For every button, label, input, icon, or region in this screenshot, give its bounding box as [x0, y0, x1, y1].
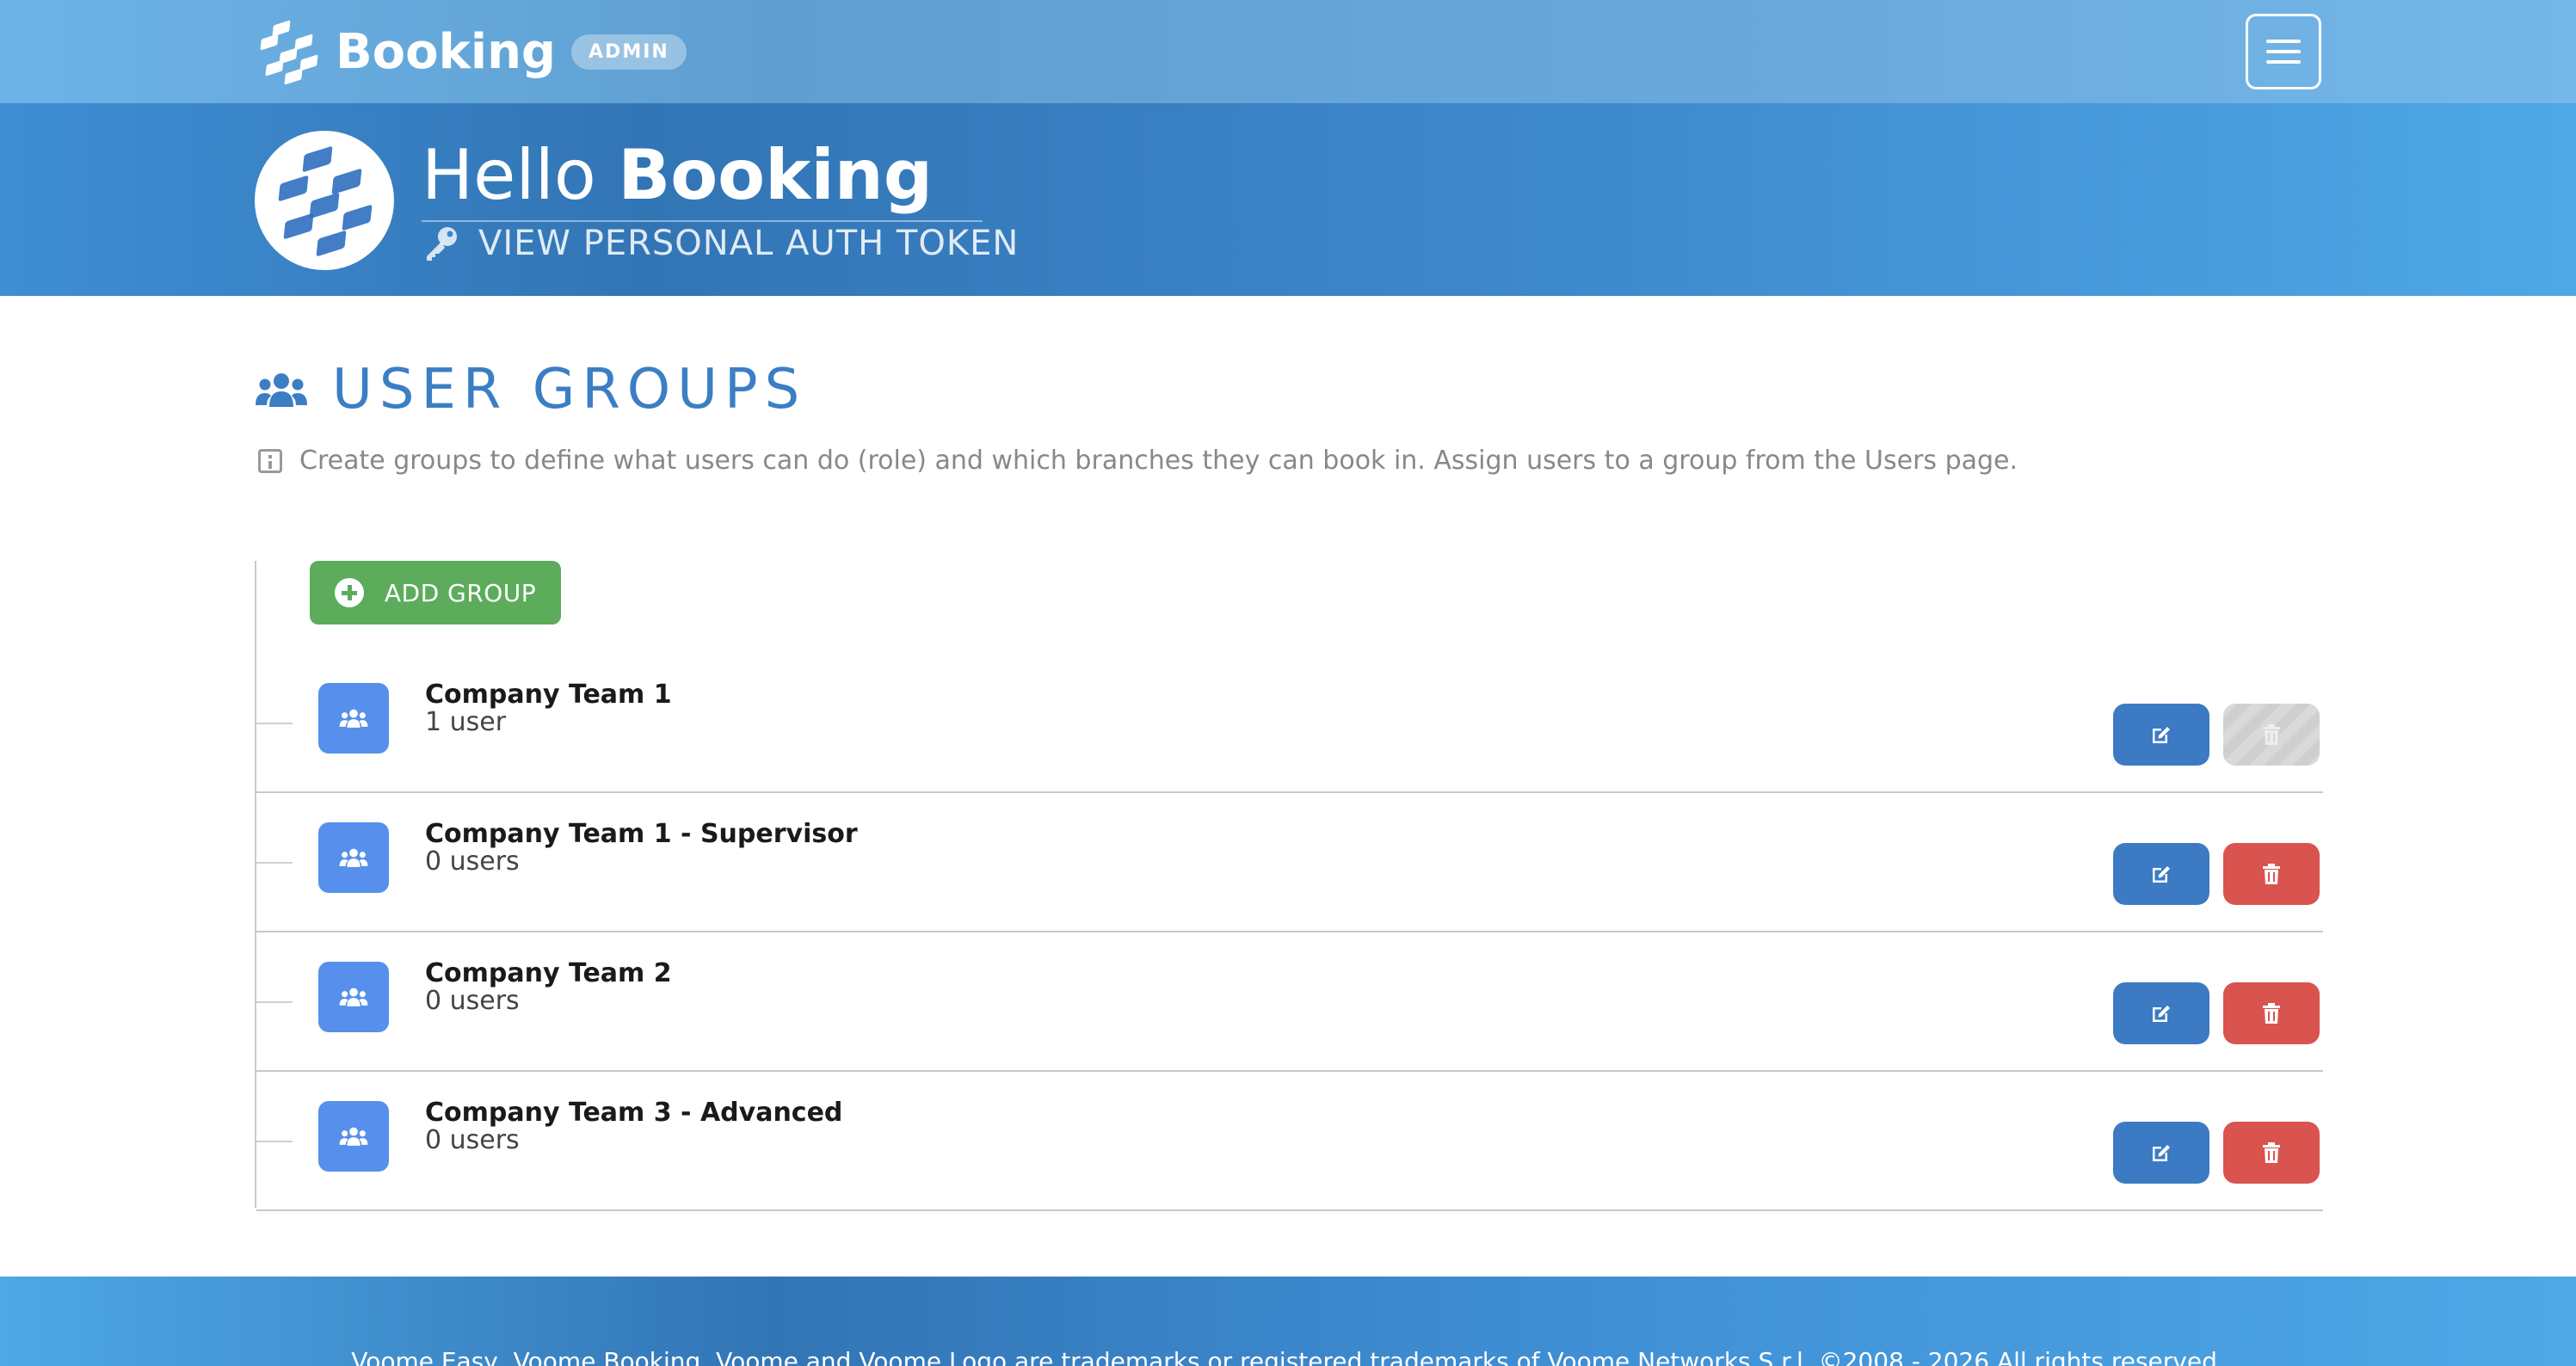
brand-name: Booking [336, 23, 557, 80]
group-icon [318, 962, 389, 1032]
edit-icon [2153, 727, 2170, 743]
hamburger-icon [2266, 40, 2301, 43]
footer-copyright: Voome Easy, Voome Booking, Voome and Voo… [351, 1347, 2225, 1366]
edit-group-button[interactable] [2113, 704, 2209, 766]
group-row: Company Team 1 - Supervisor 0 users [256, 793, 2323, 932]
group-user-count: 1 user [425, 707, 507, 737]
brand[interactable]: Booking ADMIN [255, 14, 687, 89]
users-icon [256, 373, 307, 407]
key-icon [427, 227, 457, 261]
group-user-count: 0 users [425, 846, 520, 877]
menu-button[interactable] [2246, 14, 2321, 89]
delete-group-button[interactable] [2223, 1122, 2320, 1184]
group-name: Company Team 1 - Supervisor [425, 819, 858, 849]
group-list: ADD GROUP Company Team 1 1 user Company … [255, 561, 2323, 1211]
description-text: Create groups to define what users can d… [299, 446, 2018, 476]
user-name: Booking [618, 135, 933, 215]
greeting: Hello Booking [422, 134, 983, 222]
edit-icon [2153, 866, 2170, 883]
group-name: Company Team 1 [425, 680, 672, 710]
trash-icon [2263, 1003, 2280, 1024]
view-auth-token-link[interactable]: VIEW PERSONAL AUTH TOKEN [422, 224, 1019, 263]
delete-group-button[interactable] [2223, 982, 2320, 1044]
token-link-label: VIEW PERSONAL AUTH TOKEN [478, 224, 1020, 263]
edit-group-button[interactable] [2113, 843, 2209, 905]
edit-icon [2153, 1145, 2170, 1161]
delete-group-button[interactable] [2223, 843, 2320, 905]
info-icon [258, 448, 282, 473]
group-user-count: 0 users [425, 986, 520, 1016]
edit-group-button[interactable] [2113, 982, 2209, 1044]
add-group-label: ADD GROUP [384, 578, 537, 607]
group-icon [318, 1101, 389, 1172]
users-icon [339, 1127, 368, 1146]
group-row: Company Team 2 0 users [256, 932, 2323, 1072]
page-description: Create groups to define what users can d… [258, 446, 2018, 476]
group-row: Company Team 3 - Advanced 0 users [256, 1072, 2323, 1211]
users-icon [339, 848, 368, 867]
group-name: Company Team 2 [425, 958, 672, 988]
group-icon [318, 683, 389, 754]
greeting-text: Hello [422, 135, 596, 215]
admin-badge: ADMIN [571, 34, 687, 70]
group-icon [318, 822, 389, 893]
edit-group-button[interactable] [2113, 1122, 2209, 1184]
brand-logo-icon [255, 17, 324, 86]
add-group-button[interactable]: ADD GROUP [310, 561, 561, 625]
avatar [255, 131, 394, 270]
delete-group-button[interactable] [2223, 704, 2320, 766]
group-name: Company Team 3 - Advanced [425, 1098, 843, 1128]
footer: Voome Easy, Voome Booking, Voome and Voo… [0, 1277, 2576, 1366]
hero-banner: Hello Booking VIEW PERSONAL AUTH TOKEN [0, 103, 2576, 296]
group-user-count: 0 users [425, 1125, 520, 1155]
group-row: Company Team 1 1 user [256, 654, 2323, 793]
users-icon [339, 988, 368, 1006]
trash-icon [2263, 864, 2280, 884]
page-title: USER GROUPS [255, 358, 806, 421]
page-heading: USER GROUPS [332, 358, 807, 421]
top-navbar: Booking ADMIN [0, 0, 2576, 103]
trash-icon [2263, 724, 2280, 745]
trash-icon [2263, 1142, 2280, 1163]
users-icon [339, 709, 368, 728]
plus-circle-icon [334, 578, 364, 607]
edit-icon [2153, 1006, 2170, 1022]
